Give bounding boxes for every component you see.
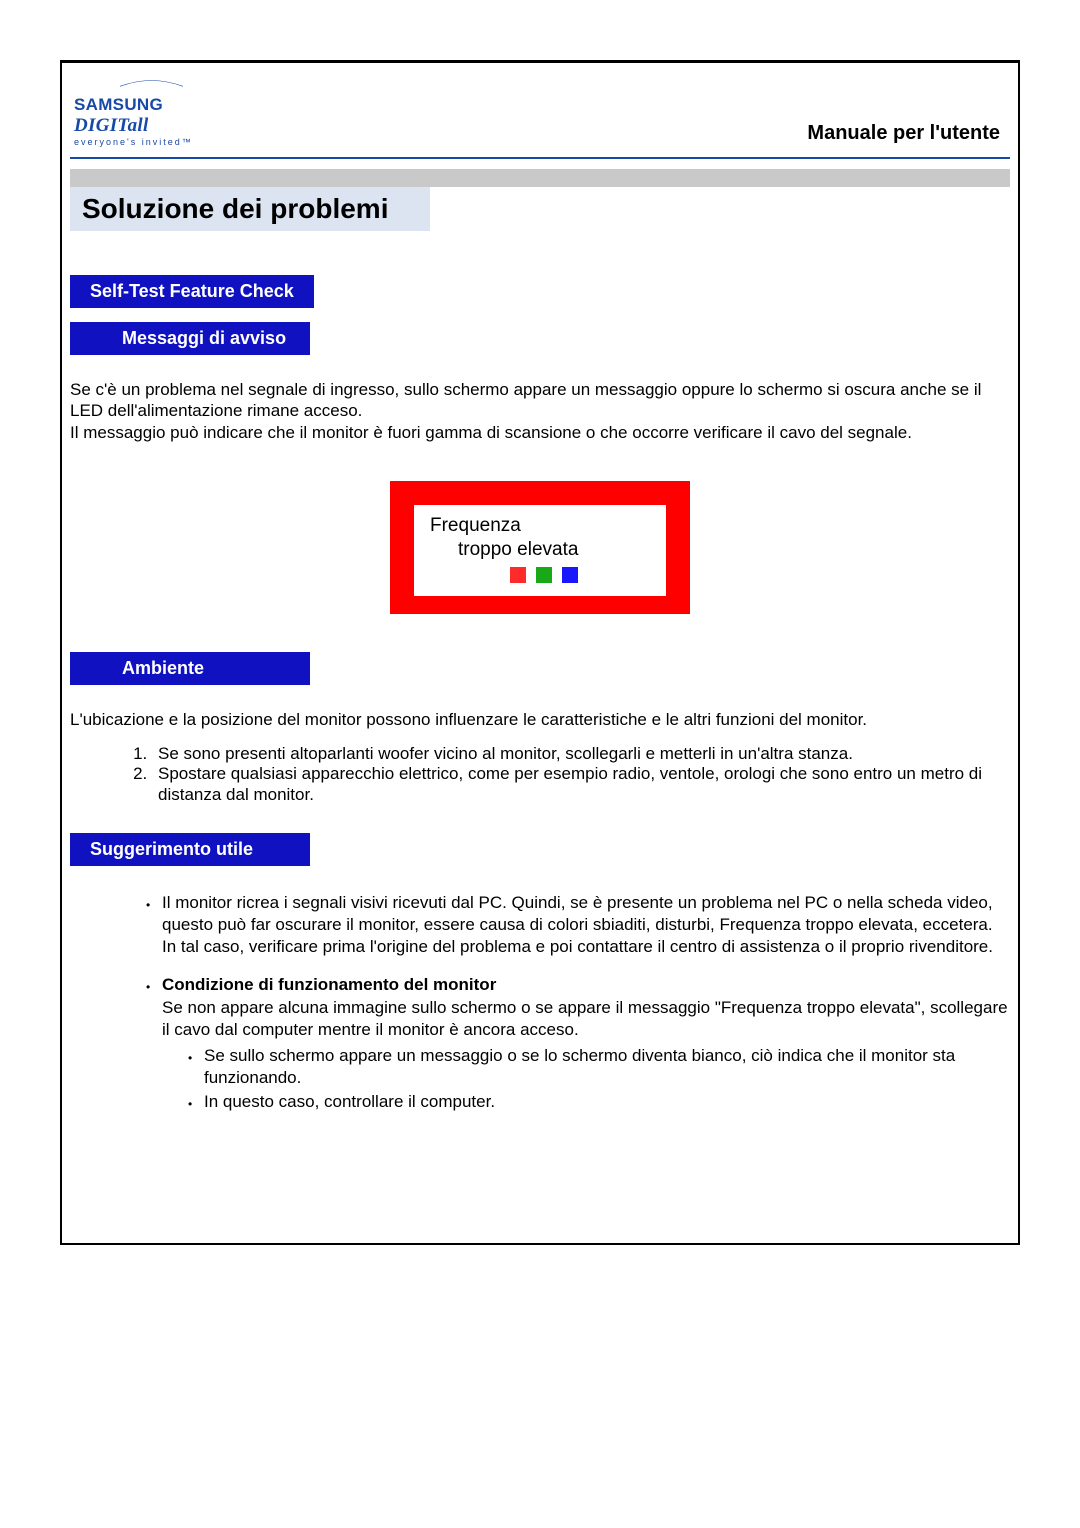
logo-brand-text: SAMSUNG (74, 95, 163, 114)
warning-box: Frequenza troppo elevata (390, 481, 690, 614)
heading-useful-tip: Suggerimento utile (70, 833, 310, 866)
blue-square-icon (562, 567, 578, 583)
environment-list: Se sono presenti altoparlanti woofer vic… (70, 744, 1010, 805)
logo-brand-italic: DIGITall (74, 115, 149, 136)
logo-swoosh-icon (74, 78, 229, 88)
rgb-indicator (430, 567, 658, 588)
logo-tagline: everyone's invited™ (74, 137, 234, 147)
page-title: Soluzione dei problemi (70, 187, 430, 231)
environment-paragraph: L'ubicazione e la posizione del monitor … (70, 709, 1010, 730)
content-frame: SAMSUNG DIGITall everyone's invited™ Man… (60, 60, 1020, 1245)
red-square-icon (510, 567, 526, 583)
tips-list: Il monitor ricrea i segnali visivi ricev… (70, 892, 1010, 1113)
warning-box-inner: Frequenza troppo elevata (414, 505, 666, 596)
list-item: Spostare qualsiasi apparecchio elettrico… (152, 764, 1010, 805)
warning-line1: Frequenza (430, 515, 658, 537)
tip-text: Il monitor ricrea i segnali visivi ricev… (162, 893, 993, 956)
list-item: Condizione di funzionamento del monitor … (146, 974, 1010, 1113)
heading-self-test: Self-Test Feature Check (70, 275, 314, 308)
green-square-icon (536, 567, 552, 583)
list-item: Se sullo schermo appare un messaggio o s… (188, 1045, 1010, 1089)
list-item: In questo caso, controllare il computer. (188, 1091, 1010, 1113)
tip-sublist: Se sullo schermo appare un messaggio o s… (162, 1045, 1010, 1113)
warning-line2: troppo elevata (430, 539, 658, 561)
tip-text: Se non appare alcuna immagine sullo sche… (162, 998, 1008, 1039)
heading-warning-messages: Messaggi di avviso (70, 322, 310, 355)
list-item: Se sono presenti altoparlanti woofer vic… (152, 744, 1010, 764)
divider-gray-bar (70, 169, 1010, 187)
content-area: Self-Test Feature Check Messaggi di avvi… (62, 231, 1018, 1113)
list-item: Il monitor ricrea i segnali visivi ricev… (146, 892, 1010, 958)
brand-logo: SAMSUNG DIGITall everyone's invited™ (74, 77, 234, 147)
divider-blue (70, 157, 1010, 159)
page-title-wrap: Soluzione dei problemi (70, 187, 430, 231)
document-page: SAMSUNG DIGITall everyone's invited™ Man… (0, 0, 1080, 1528)
manual-title: Manuale per l'utente (807, 122, 1000, 147)
heading-environment: Ambiente (70, 652, 310, 685)
tip-bold-lead: Condizione di funzionamento del monitor (162, 975, 496, 994)
header-row: SAMSUNG DIGITall everyone's invited™ Man… (62, 63, 1018, 151)
warning-paragraph: Se c'è un problema nel segnale di ingres… (70, 379, 1010, 443)
